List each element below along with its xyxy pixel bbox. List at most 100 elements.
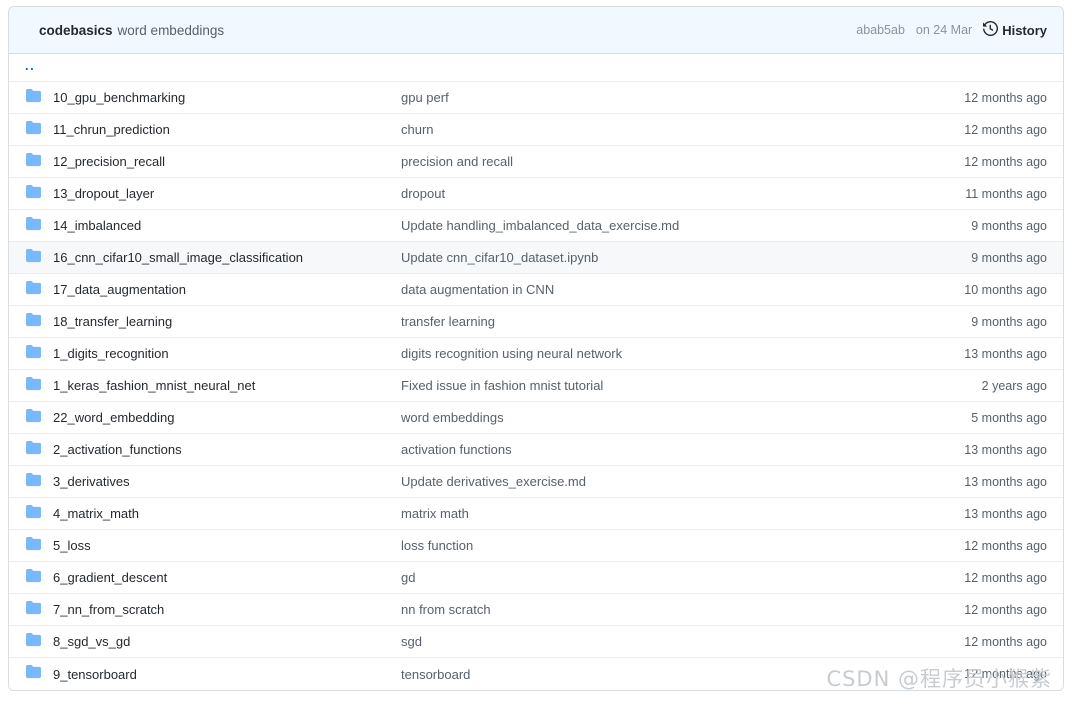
file-icon-cell (25, 184, 53, 204)
folder-icon (25, 248, 42, 268)
commit-age: 11 months ago (965, 186, 1047, 201)
table-row[interactable]: 1_digits_recognition digits recognition u… (9, 338, 1063, 370)
table-row[interactable]: 3_derivatives Update derivatives_exercise… (9, 466, 1063, 498)
commit-age: 9 months ago (971, 314, 1047, 329)
folder-icon (25, 568, 42, 588)
file-name-link[interactable]: 16_cnn_cifar10_small_image_classificatio… (53, 250, 401, 265)
commit-message-link[interactable]: transfer learning (401, 314, 927, 329)
commit-message-link[interactable]: gd (401, 570, 927, 585)
parent-directory-row[interactable]: .. (9, 54, 1063, 82)
commit-message-link[interactable]: sgd (401, 634, 927, 649)
file-name-link[interactable]: 7_nn_from_scratch (53, 602, 401, 617)
commit-sha-link[interactable]: abab5ab (856, 23, 905, 37)
table-row[interactable]: 16_cnn_cifar10_small_image_classificatio… (9, 242, 1063, 274)
folder-icon (25, 312, 42, 332)
commit-message-link[interactable]: Update derivatives_exercise.md (401, 474, 927, 489)
commit-message-link[interactable]: churn (401, 122, 927, 137)
file-name-link[interactable]: 1_keras_fashion_mnist_neural_net (53, 378, 401, 393)
file-icon-cell (25, 472, 53, 492)
commit-age: 13 months ago (964, 346, 1047, 361)
table-row[interactable]: 22_word_embedding word embeddings 5 months… (9, 402, 1063, 434)
commit-message-link[interactable]: dropout (401, 186, 927, 201)
table-row[interactable]: 4_matrix_math matrix math 13 months ago (9, 498, 1063, 530)
table-row[interactable]: 7_nn_from_scratch nn from scratch 12 month… (9, 594, 1063, 626)
commit-age: 12 months ago (964, 154, 1047, 169)
folder-icon (25, 472, 42, 492)
table-row[interactable]: 2_activation_functions activation functio… (9, 434, 1063, 466)
commit-message-link[interactable]: Update cnn_cifar10_dataset.ipynb (401, 250, 927, 265)
file-name-link[interactable]: 11_chrun_prediction (53, 122, 401, 137)
history-button[interactable]: History (983, 20, 1047, 39)
file-name-link[interactable]: 14_imbalanced (53, 218, 401, 233)
commit-author-name[interactable]: codebasics (39, 23, 113, 38)
table-row[interactable]: 18_transfer_learning transfer learning 9 m… (9, 306, 1063, 338)
commit-age: 5 months ago (971, 410, 1047, 425)
table-row[interactable]: 11_chrun_prediction churn 12 months ago (9, 114, 1063, 146)
table-row[interactable]: 6_gradient_descent gd 12 months ago (9, 562, 1063, 594)
file-name-link[interactable]: 5_loss (53, 538, 401, 553)
parent-directory-link[interactable]: .. (25, 59, 35, 77)
table-row[interactable]: 13_dropout_layer dropout 11 months ago (9, 178, 1063, 210)
file-name-link[interactable]: 9_tensorboard (53, 667, 401, 682)
file-name-link[interactable]: 1_digits_recognition (53, 346, 401, 361)
table-row[interactable]: 9_tensorboard tensorboard 12 months ago (9, 658, 1063, 690)
commit-age: 12 months ago (964, 570, 1047, 585)
table-row[interactable]: 8_sgd_vs_gd sgd 12 months ago (9, 626, 1063, 658)
folder-icon (25, 152, 42, 172)
file-icon-cell (25, 536, 53, 556)
file-list-table: codebasics word embeddings abab5ab on 24… (8, 6, 1064, 691)
file-icon-cell (25, 152, 53, 172)
commit-message-link[interactable]: nn from scratch (401, 602, 927, 617)
table-row[interactable]: 17_data_augmentation data augmentation in… (9, 274, 1063, 306)
commit-message-link[interactable]: precision and recall (401, 154, 927, 169)
commit-message-link[interactable]: gpu perf (401, 90, 927, 105)
latest-commit-summary: codebasics word embeddings (39, 23, 856, 38)
commit-message-link[interactable]: Update handling_imbalanced_data_exercise… (401, 218, 927, 233)
file-name-link[interactable]: 17_data_augmentation (53, 282, 401, 297)
file-name-link[interactable]: 8_sgd_vs_gd (53, 634, 401, 649)
folder-icon (25, 376, 42, 396)
commit-message-link[interactable]: activation functions (401, 442, 927, 457)
file-name-link[interactable]: 6_gradient_descent (53, 570, 401, 585)
file-name-link[interactable]: 18_transfer_learning (53, 314, 401, 329)
folder-icon (25, 632, 42, 652)
commit-age: 12 months ago (964, 602, 1047, 617)
commit-message-link[interactable]: loss function (401, 538, 927, 553)
folder-icon (25, 280, 42, 300)
commit-message-link[interactable]: Fixed issue in fashion mnist tutorial (401, 378, 927, 393)
file-name-link[interactable]: 2_activation_functions (53, 442, 401, 457)
file-icon-cell (25, 440, 53, 460)
folder-icon (25, 216, 42, 236)
file-name-link[interactable]: 12_precision_recall (53, 154, 401, 169)
table-row[interactable]: 10_gpu_benchmarking gpu perf 12 months ago (9, 82, 1063, 114)
table-row[interactable]: 5_loss loss function 12 months ago (9, 530, 1063, 562)
commit-age: 10 months ago (964, 282, 1047, 297)
commit-message-link[interactable]: digits recognition using neural network (401, 346, 927, 361)
table-row[interactable]: 1_keras_fashion_mnist_neural_net Fixed is… (9, 370, 1063, 402)
repository-file-browser: codebasics word embeddings abab5ab on 24… (0, 0, 1072, 701)
table-row[interactable]: 14_imbalanced Update handling_imbalanced_… (9, 210, 1063, 242)
file-icon-cell (25, 280, 53, 300)
commit-message-link[interactable]: word embeddings (401, 410, 927, 425)
commit-message-link[interactable]: matrix math (401, 506, 927, 521)
commit-message-link[interactable]: data augmentation in CNN (401, 282, 927, 297)
commit-message-title[interactable]: word embeddings (118, 23, 225, 38)
folder-icon (25, 120, 42, 140)
file-name-link[interactable]: 3_derivatives (53, 474, 401, 489)
commit-age: 9 months ago (971, 250, 1047, 265)
folder-icon (25, 184, 42, 204)
file-icon-cell (25, 376, 53, 396)
commit-relative-date: on 24 Mar (915, 23, 973, 37)
commit-age: 2 years ago (981, 378, 1047, 393)
commit-age: 13 months ago (964, 442, 1047, 457)
file-icon-cell (25, 664, 53, 684)
file-icon-cell (25, 632, 53, 652)
file-name-link[interactable]: 10_gpu_benchmarking (53, 90, 401, 105)
file-name-link[interactable]: 4_matrix_math (53, 506, 401, 521)
folder-icon (25, 664, 42, 684)
file-name-link[interactable]: 22_word_embedding (53, 410, 401, 425)
commit-age: 9 months ago (971, 218, 1047, 233)
file-name-link[interactable]: 13_dropout_layer (53, 186, 401, 201)
table-row[interactable]: 12_precision_recall precision and recall 1… (9, 146, 1063, 178)
commit-message-link[interactable]: tensorboard (401, 667, 927, 682)
